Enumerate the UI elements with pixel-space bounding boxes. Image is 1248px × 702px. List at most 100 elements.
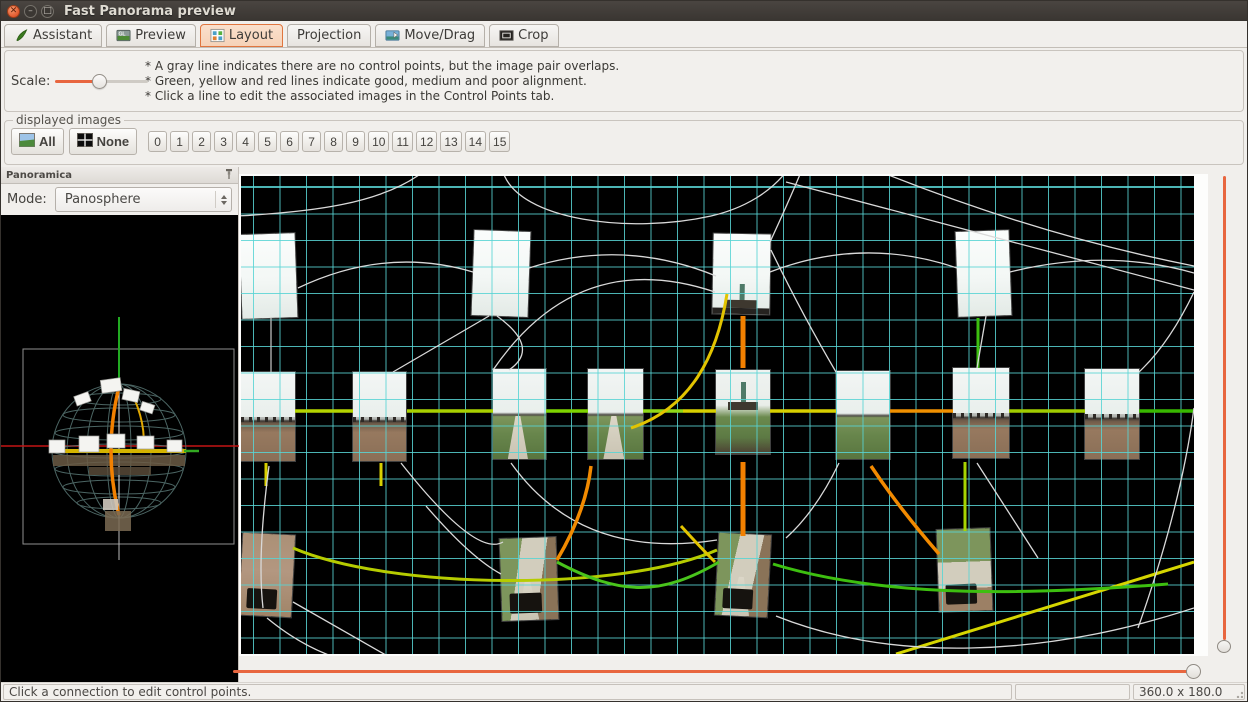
no-images-icon: [77, 132, 93, 151]
resize-grip-icon[interactable]: [1234, 689, 1243, 698]
control-point-connection[interactable]: [293, 548, 717, 581]
image-toggle-10[interactable]: 10: [368, 131, 389, 152]
image-toggle-1[interactable]: 1: [170, 131, 189, 152]
image-toggle-0[interactable]: 0: [148, 131, 167, 152]
overlap-connection[interactable]: [786, 182, 1194, 290]
tab-assistant[interactable]: Assistant: [4, 24, 102, 47]
none-button[interactable]: None: [69, 128, 138, 155]
crop-icon: [499, 28, 514, 43]
tab-preview[interactable]: GL Preview: [106, 24, 196, 47]
tab-projection[interactable]: Projection: [287, 24, 371, 47]
panosphere-rendering: [1, 215, 239, 682]
image-toggle-5[interactable]: 5: [258, 131, 277, 152]
tab-label: Projection: [297, 28, 361, 43]
window-title: Fast Panorama preview: [64, 4, 236, 19]
overlap-connection[interactable]: [241, 176, 423, 216]
image-toggle-3[interactable]: 3: [214, 131, 233, 152]
overlap-connection[interactable]: [261, 466, 269, 608]
dock: Panoramica Mode: Panosphere: [1, 167, 1247, 682]
displayed-images-label: displayed images: [13, 113, 124, 127]
layout-icon: [210, 28, 225, 43]
image-toggle-14[interactable]: 14: [465, 131, 486, 152]
image-toggle-6[interactable]: 6: [280, 131, 299, 152]
panosphere-preview[interactable]: [1, 215, 238, 682]
vertical-scroller-track: [1223, 176, 1226, 640]
control-point-connection[interactable]: [871, 466, 939, 554]
image-toggle-13[interactable]: 13: [440, 131, 461, 152]
pin-icon[interactable]: [225, 168, 233, 183]
overlap-connection[interactable]: [401, 463, 503, 544]
displayed-images-group: displayed images All None 01234567891011…: [4, 113, 1244, 165]
connection-lines: [241, 176, 1194, 654]
image-toggle-4[interactable]: 4: [236, 131, 255, 152]
tab-layout[interactable]: Layout: [200, 24, 283, 47]
overlap-connection[interactable]: [977, 463, 1038, 558]
tab-label: Move/Drag: [404, 28, 475, 43]
help-text: * A gray line indicates there are no con…: [145, 59, 619, 104]
mode-label: Mode:: [7, 192, 47, 207]
overlap-connection[interactable]: [529, 255, 716, 276]
panel-header: Panoramica: [1, 167, 238, 184]
horizontal-scroller-handle[interactable]: [1186, 664, 1201, 679]
scale-slider-fill: [55, 80, 95, 83]
help-panel: Scale: * A gray line indicates there are…: [4, 50, 1244, 112]
image-toggle-9[interactable]: 9: [346, 131, 365, 152]
close-icon[interactable]: ✕: [7, 5, 20, 18]
overlap-connection[interactable]: [493, 280, 715, 370]
image-toggle-15[interactable]: 15: [489, 131, 510, 152]
all-button[interactable]: All: [11, 128, 64, 155]
image-toggle-2[interactable]: 2: [192, 131, 211, 152]
image-toggle-7[interactable]: 7: [302, 131, 321, 152]
control-point-connection[interactable]: [896, 562, 1194, 654]
panosphere-panel: Panoramica Mode: Panosphere: [1, 167, 239, 682]
minimize-icon[interactable]: –: [24, 5, 37, 18]
control-point-connection[interactable]: [631, 294, 727, 428]
mode-value: Panosphere: [65, 192, 215, 207]
vertical-scroller[interactable]: [1218, 174, 1230, 656]
control-point-connection[interactable]: [557, 562, 719, 588]
image-toggle-11[interactable]: 11: [392, 131, 412, 152]
overlap-connection[interactable]: [770, 176, 801, 242]
overlap-connection[interactable]: [770, 253, 957, 272]
help-line: * Green, yellow and red lines indicate g…: [145, 74, 619, 89]
overlap-connection[interactable]: [786, 463, 839, 538]
titlebar: ✕ – □ Fast Panorama preview: [1, 1, 1247, 21]
overlap-connection[interactable]: [393, 316, 489, 372]
tab-crop[interactable]: Crop: [489, 24, 558, 47]
help-line: * Click a line to edit the associated im…: [145, 89, 619, 104]
mode-row: Mode: Panosphere: [1, 184, 238, 215]
overlap-connection[interactable]: [426, 506, 501, 574]
status-bar: Click a connection to edit control point…: [1, 682, 1247, 701]
overlap-connection[interactable]: [298, 262, 473, 288]
overlap-connection[interactable]: [1010, 260, 1194, 273]
horizontal-scroller[interactable]: [233, 664, 1213, 680]
movedrag-icon: [385, 28, 400, 43]
mode-dropdown[interactable]: Panosphere: [55, 187, 232, 212]
overlap-connection[interactable]: [881, 176, 1194, 266]
overlap-connection[interactable]: [503, 176, 786, 224]
status-message: Click a connection to edit control point…: [3, 684, 1012, 700]
maximize-icon[interactable]: □: [41, 5, 54, 18]
overlap-connection[interactable]: [267, 618, 337, 654]
scale-slider-handle[interactable]: [92, 74, 107, 89]
scale-slider[interactable]: [55, 74, 148, 89]
vertical-scroller-handle[interactable]: [1217, 640, 1231, 653]
tab-move-drag[interactable]: Move/Drag: [375, 24, 485, 47]
image-toggle-12[interactable]: 12: [416, 131, 437, 152]
assistant-icon: [14, 28, 29, 43]
image-number-buttons: 0123456789101112131415: [148, 131, 510, 152]
overlap-connection[interactable]: [1139, 292, 1194, 372]
svg-text:GL: GL: [119, 32, 126, 38]
tab-label: Preview: [135, 28, 186, 43]
control-point-connection[interactable]: [773, 564, 1168, 592]
status-middle: [1015, 684, 1130, 700]
image-toggle-8[interactable]: 8: [324, 131, 343, 152]
overlap-connection[interactable]: [293, 602, 391, 654]
gl-canvas-frame: [239, 174, 1208, 656]
horizontal-scroller-track: [233, 670, 1189, 673]
help-line: * A gray line indicates there are no con…: [145, 59, 619, 74]
overlap-connection[interactable]: [1138, 408, 1194, 628]
overlap-connection[interactable]: [497, 316, 522, 370]
tab-label: Assistant: [33, 28, 92, 43]
layout-canvas[interactable]: [241, 176, 1194, 654]
